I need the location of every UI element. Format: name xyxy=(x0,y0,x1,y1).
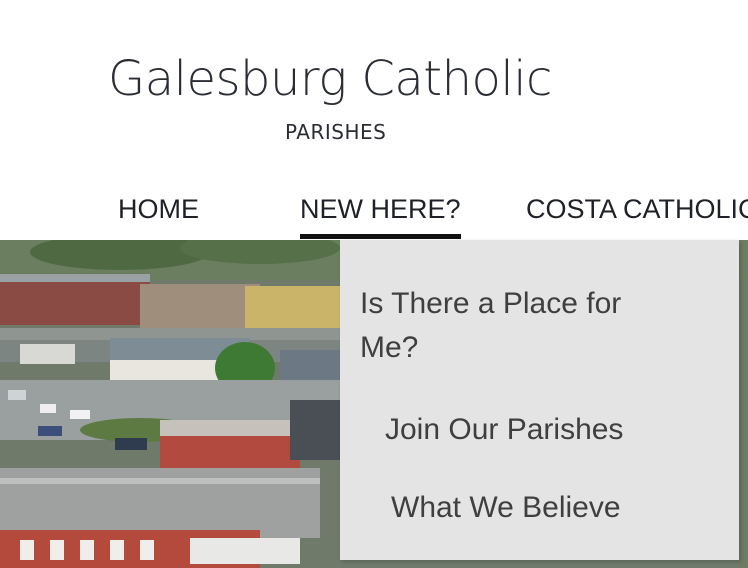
site-logo[interactable]: Galesburg Catholic PARISHES xyxy=(108,50,552,144)
site-title: Galesburg Catholic xyxy=(108,51,552,107)
dropdown-item-place-for-me-line1: Is There a Place for xyxy=(360,287,622,320)
dropdown-item-place-for-me[interactable]: Is There a Place for Me? xyxy=(360,282,621,370)
main-nav: HOME NEW HERE? COSTA CATHOLIC xyxy=(0,190,748,240)
nav-item-costa-catholic[interactable]: COSTA CATHOLIC xyxy=(526,194,748,225)
site-subtitle: PARISHES xyxy=(285,120,387,144)
nav-item-new-here[interactable]: NEW HERE? xyxy=(300,194,461,239)
new-here-dropdown-menu: Is There a Place for Me? Join Our Parish… xyxy=(340,240,739,560)
nav-item-home[interactable]: HOME xyxy=(118,194,199,225)
dropdown-item-place-for-me-line2: Me? xyxy=(360,331,419,364)
dropdown-item-what-we-believe[interactable]: What We Believe xyxy=(391,486,621,530)
dropdown-item-join-our-parishes[interactable]: Join Our Parishes xyxy=(385,408,623,452)
